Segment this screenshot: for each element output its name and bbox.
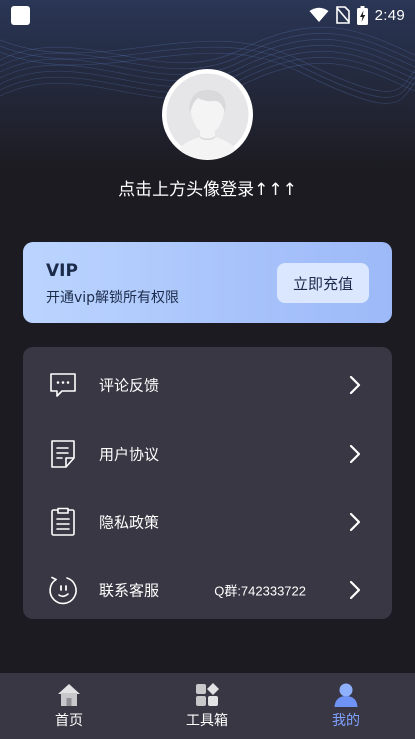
comment-icon: [50, 373, 76, 397]
status-indicators: 2:49: [309, 4, 405, 26]
status-time: 2:49: [374, 6, 405, 24]
menu-item-label: 评论反馈: [99, 376, 160, 395]
vip-card: VIP 开通vip解锁所有权限 立即充值: [23, 242, 392, 323]
clipboard-icon: [51, 507, 75, 536]
menu-item-customer-service[interactable]: 联系客服 Q群:742333722: [23, 556, 392, 624]
tab-home[interactable]: 首页: [0, 673, 138, 739]
recharge-button[interactable]: 立即充值: [277, 263, 369, 303]
chevron-right-icon: [349, 512, 361, 532]
home-icon: [58, 684, 80, 706]
menu-item-feedback[interactable]: 评论反馈: [23, 351, 392, 419]
toolbox-icon: [196, 683, 219, 706]
tab-mine[interactable]: 我的: [277, 673, 415, 739]
vip-subtitle: 开通vip解锁所有权限: [46, 290, 180, 306]
login-prompt[interactable]: 点击上方头像登录↑↑↑: [0, 175, 415, 200]
app-notification-icon: [11, 6, 30, 25]
no-sim-icon: [335, 6, 350, 24]
menu-item-label: 用户协议: [99, 445, 160, 464]
default-avatar-icon: [166, 73, 249, 159]
chevron-right-icon: [349, 375, 361, 395]
avatar[interactable]: [162, 69, 253, 160]
menu-item-user-agreement[interactable]: 用户协议: [23, 420, 392, 488]
settings-menu: 评论反馈 用户协议 隐私政策 联系客服 Q群:742333722: [23, 347, 392, 619]
tab-label: 我的: [332, 713, 360, 729]
battery-charging-icon: [356, 5, 368, 25]
tab-toolbox[interactable]: 工具箱: [138, 673, 276, 739]
vip-title: VIP: [46, 261, 78, 281]
wifi-icon: [309, 7, 329, 22]
menu-item-privacy-policy[interactable]: 隐私政策: [23, 488, 392, 556]
bottom-tab-bar: 首页 工具箱 我的: [0, 673, 415, 739]
tab-label: 首页: [55, 713, 83, 729]
document-icon: [51, 440, 75, 468]
chevron-right-icon: [349, 580, 361, 600]
menu-item-label: 隐私政策: [99, 513, 160, 532]
profile-icon: [334, 683, 358, 707]
profile-screen: 2:49 点击上方头像登录↑↑↑ VIP 开通vip解锁所有权限 立即充值 评论…: [0, 0, 415, 739]
customer-service-icon: [49, 576, 77, 605]
chevron-right-icon: [349, 444, 361, 464]
qq-group-number: Q群:742333722: [214, 583, 306, 599]
menu-item-label: 联系客服: [99, 581, 160, 600]
status-bar: 2:49: [0, 0, 415, 30]
tab-label: 工具箱: [186, 713, 228, 729]
